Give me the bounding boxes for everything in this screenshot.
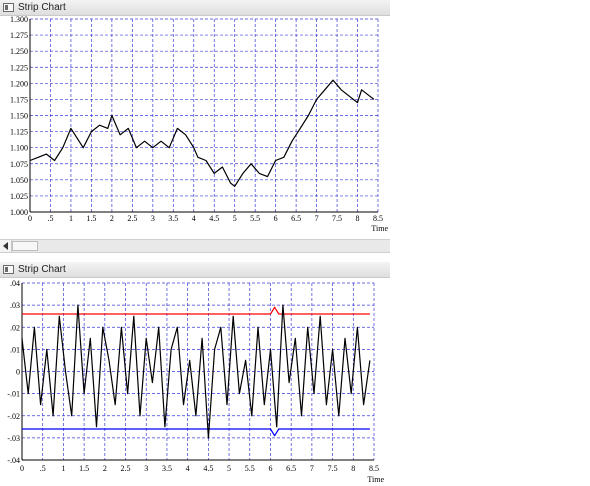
x-tick-label: 1 [69, 214, 73, 223]
strip-chart-window-bottom: Strip Chart -.04 -.03 -.02 -.01 0 .01 .02 .03 .0… [0, 262, 390, 486]
x-tick-label: 5 [227, 464, 231, 473]
title-bar[interactable]: Strip Chart [0, 262, 390, 278]
scroll-left-arrow-icon[interactable] [0, 240, 12, 252]
y-tick-label: 1.075 [10, 160, 28, 169]
y-tick-label: -.04 [7, 456, 20, 465]
x-tick-label: 0 [20, 464, 24, 473]
x-tick-label: 5.5 [250, 214, 260, 223]
x-tick-label: 7 [315, 214, 319, 223]
x-tick-label: 3.5 [162, 464, 172, 473]
y-tick-label: .02 [10, 323, 20, 332]
series-line-1 [22, 428, 370, 437]
y-tick-label: -.03 [7, 434, 20, 443]
series-line-0 [22, 306, 370, 315]
y-tick-label: 1.100 [10, 144, 28, 153]
window-title: Strip Chart [18, 264, 66, 275]
x-tick-label: .5 [47, 214, 53, 223]
x-tick-label: 2 [110, 214, 114, 223]
x-tick-label: 5 [233, 214, 237, 223]
x-tick-label: 4.5 [203, 464, 213, 473]
x-tick-label: 7.5 [332, 214, 342, 223]
y-tick-label: 1.125 [10, 128, 28, 137]
x-tick-label: 4 [186, 464, 190, 473]
y-tick-label: 1.150 [10, 112, 28, 121]
x-tick-label: 1.5 [86, 214, 96, 223]
strip-chart-plot[interactable]: 1.000 1.025 1.050 1.075 1.100 1.125 1.150 1.175… [0, 16, 390, 238]
x-tick-label: 6 [274, 214, 278, 223]
y-tick-label: 1.300 [10, 16, 28, 24]
x-tick-label: 5.5 [245, 464, 255, 473]
x-tick-label: 8 [351, 464, 355, 473]
y-tick-label: .01 [10, 345, 20, 354]
y-tick-label: -.02 [7, 412, 20, 421]
y-tick-label: 1.250 [10, 47, 28, 56]
y-tick-label: 1.200 [10, 79, 28, 88]
x-tick-label: 2.5 [121, 464, 131, 473]
y-tick-label: 1.025 [10, 192, 28, 201]
y-tick-label: 1.175 [10, 95, 28, 104]
y-tick-label: -.01 [7, 390, 20, 399]
x-tick-label: 2 [103, 464, 107, 473]
y-tick-label: 1.275 [10, 31, 28, 40]
x-tick-label: 3 [151, 214, 155, 223]
x-tick-label: .5 [40, 464, 46, 473]
strip-chart-window-top: Strip Chart 1.000 1.025 1.050 1.075 1.100 1.1… [0, 0, 390, 239]
y-tick-label: 1.000 [10, 208, 28, 217]
horizontal-scrollbar[interactable] [0, 239, 390, 253]
window-icon [3, 3, 14, 12]
strip-chart-plot[interactable]: -.04 -.03 -.02 -.01 0 .01 .02 .03 .04 0 .5 1 1.5 2 2.5… [0, 278, 390, 486]
x-tick-label: 3.5 [168, 214, 178, 223]
y-tick-label: .03 [10, 301, 20, 310]
x-tick-label: 3 [144, 464, 148, 473]
x-axis-label: Time [371, 224, 388, 233]
x-tick-label: 6 [268, 464, 272, 473]
y-tick-label: .04 [10, 279, 20, 288]
scrollbar-thumb[interactable] [12, 241, 38, 251]
x-tick-label: 2.5 [127, 214, 137, 223]
window-icon [3, 265, 14, 274]
x-tick-label: 7.5 [328, 464, 338, 473]
title-bar[interactable]: Strip Chart [0, 0, 390, 16]
x-tick-label: 1 [61, 464, 65, 473]
x-tick-label: 0 [28, 214, 32, 223]
x-tick-label: 7 [310, 464, 314, 473]
window-title: Strip Chart [18, 2, 66, 13]
x-tick-label: 1.5 [79, 464, 89, 473]
x-tick-label: 6.5 [291, 214, 301, 223]
x-tick-label: 4.5 [209, 214, 219, 223]
x-tick-label: 8.5 [373, 214, 383, 223]
x-tick-label: 8.5 [369, 464, 379, 473]
series-line-0 [29, 79, 375, 187]
x-axis-label: Time [367, 475, 384, 484]
x-tick-label: 8 [356, 214, 360, 223]
x-tick-label: 6.5 [286, 464, 296, 473]
x-tick-label: 4 [192, 214, 196, 223]
y-tick-label: 0 [16, 368, 20, 377]
y-tick-label: 1.050 [10, 176, 28, 185]
y-tick-label: 1.225 [10, 63, 28, 72]
